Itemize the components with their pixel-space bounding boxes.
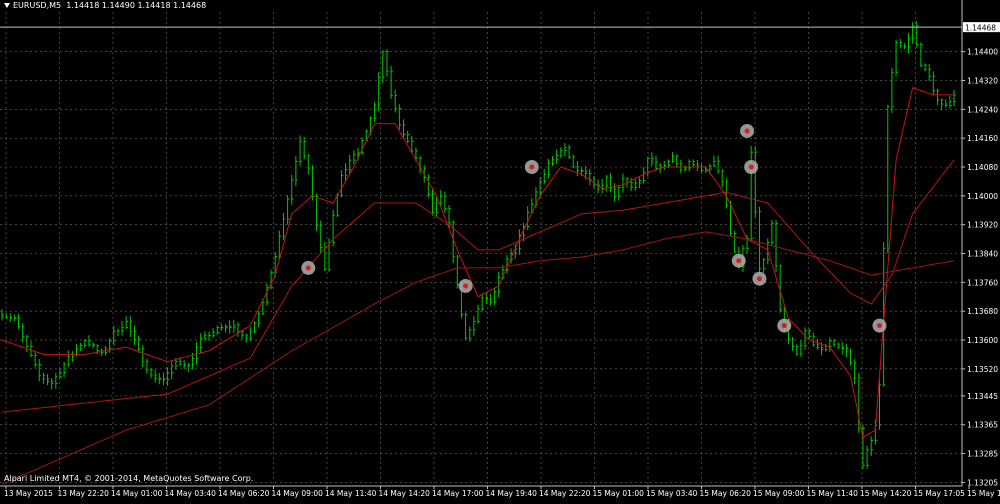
x-tick-label: 14 May 03:40: [165, 489, 217, 498]
trade-marker-dot: [736, 258, 742, 264]
price-chart[interactable]: 1.14468 1.14400 1.14320 1.14240 1.14160 1.140…: [0, 0, 1000, 500]
y-tick-label: 1.13680: [967, 307, 998, 316]
trade-marker-dot: [744, 128, 750, 134]
trade-marker-dot: [305, 265, 311, 271]
x-tick-label: 14 May 22:20: [539, 489, 591, 498]
x-tick-label: 14 May 06:20: [218, 489, 270, 498]
y-tick-label: 1.13205: [967, 478, 998, 487]
x-tick-label: 15 May 01:00: [593, 489, 645, 498]
symbol-timeframe: EURUSD,M5: [13, 1, 62, 10]
dropdown-triangle-icon[interactable]: [4, 3, 10, 8]
y-tick-label: 1.14000: [967, 192, 998, 201]
x-tick-label: 14 May 01:00: [111, 489, 163, 498]
y-tick-label: 1.13445: [967, 392, 998, 401]
trade-marker-dot: [876, 323, 882, 329]
y-tick-label: 1.14080: [967, 163, 998, 172]
y-tick-label: 1.13760: [967, 278, 998, 287]
y-tick-label: 1.13285: [967, 450, 998, 459]
trade-marker-dot: [781, 323, 787, 329]
chart-header: EURUSD,M5 1.14418 1.14490 1.14418 1.1446…: [4, 1, 206, 10]
y-tick-label: 1.13520: [967, 365, 998, 374]
x-tick-label: 14 May 09:00: [272, 489, 324, 498]
x-tick-label: 13 May 22:20: [58, 489, 110, 498]
y-tick-label: 1.13920: [967, 221, 998, 230]
x-tick-label: 14 May 14:20: [379, 489, 431, 498]
x-tick-label: 15 May 17:05: [914, 489, 966, 498]
x-tick-label: 13 May 2015: [4, 489, 53, 498]
copyright-notice: Alpari Limited MT4, © 2001-2014, MetaQuo…: [4, 474, 254, 483]
trade-marker-dot: [463, 283, 469, 289]
x-tick-label: 15 May 14:20: [860, 489, 912, 498]
y-tick-label: 1.14160: [967, 134, 998, 143]
y-tick-label: 1.13840: [967, 250, 998, 259]
y-tick-label: 1.14320: [967, 76, 998, 85]
y-tick-label: 1.13365: [967, 421, 998, 430]
x-tick-label: 15 May 09:00: [753, 489, 805, 498]
trade-marker-dot: [529, 164, 535, 170]
trade-marker-dot: [748, 164, 754, 170]
x-tick-label: 15 May 06:20: [700, 489, 752, 498]
x-tick-label: 15 May 19: [967, 489, 1000, 498]
trade-marker-dot: [756, 276, 762, 282]
current-price-label: 1.14468: [965, 24, 996, 33]
x-tick-label: 14 May 11:40: [325, 489, 377, 498]
chart-area[interactable]: 1.14468 1.14400 1.14320 1.14240 1.14160 1.140…: [0, 0, 1000, 500]
x-tick-label: 14 May 19:40: [486, 489, 538, 498]
x-tick-label: 15 May 03:40: [646, 489, 698, 498]
ohlc-values: 1.14418 1.14490 1.14418 1.14468: [66, 1, 207, 10]
y-tick-label: 1.14400: [967, 48, 998, 57]
y-tick-label: 1.14240: [967, 105, 998, 114]
x-tick-label: 14 May 17:00: [432, 489, 484, 498]
y-tick-label: 1.13600: [967, 336, 998, 345]
x-tick-label: 15 May 11:40: [807, 489, 859, 498]
